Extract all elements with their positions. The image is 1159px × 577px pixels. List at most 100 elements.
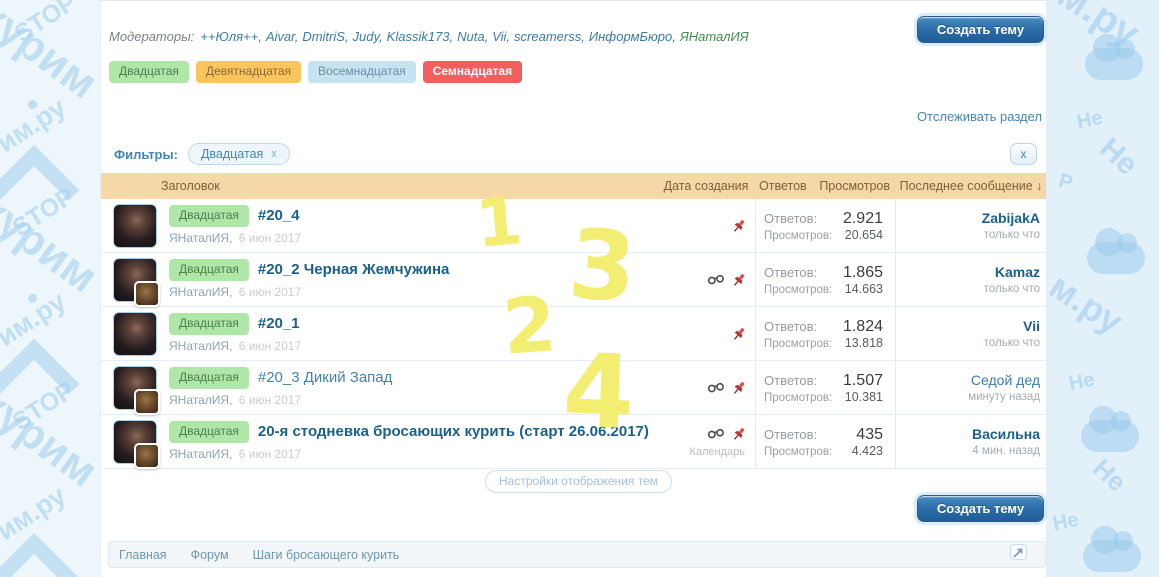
moderator-link[interactable]: ЯНаталИЯ <box>680 29 749 44</box>
topic-starter-avatar[interactable] <box>113 312 157 356</box>
avatar[interactable] <box>113 258 157 302</box>
breadcrumb: Главная Форум Шаги бросающего курить <box>108 541 1046 568</box>
last-post-time[interactable]: 4 мин. назад <box>972 445 1040 457</box>
topic-author-link[interactable]: ЯНаталИЯ, <box>169 447 232 461</box>
last-poster-avatar[interactable] <box>134 443 160 469</box>
last-poster-link[interactable]: Kamaz <box>995 264 1040 280</box>
last-post-time[interactable]: только что <box>984 229 1040 241</box>
moderator-link[interactable]: Klassik173, <box>387 29 453 44</box>
topic-row[interactable]: Двадцатая #20_3 Дикий Запад ЯНаталИЯ, 6 … <box>101 361 1046 415</box>
tag-devyatnadtsataya[interactable]: Девятнадцатая <box>196 61 301 83</box>
forum-section-page: Модераторы: ++Юля++, Aivar,DmitriS, Judy, Kl… <box>100 0 1047 577</box>
replies-label: Ответов: <box>764 427 817 442</box>
active-filter-pill[interactable]: Двадцатая x <box>188 143 290 165</box>
pinned-icon <box>731 326 747 342</box>
topic-author-link[interactable]: ЯНаталИЯ, <box>169 339 232 353</box>
topic-date: 6 июн 2017 <box>239 393 301 407</box>
background-left: STOP курим им.ру STOP курим им.ру STOP к… <box>0 0 100 577</box>
replies-count: 435 <box>856 426 883 444</box>
breadcrumb-section[interactable]: Шаги бросающего курить <box>253 548 400 562</box>
tag-dvadtsataya[interactable]: Двадцатая <box>109 61 189 83</box>
moderator-link[interactable]: Vii, <box>492 29 510 44</box>
topic-author-link[interactable]: ЯНаталИЯ, <box>169 285 232 299</box>
topic-tag[interactable]: Двадцатая <box>169 313 249 335</box>
topic-date: 6 июн 2017 <box>239 447 301 461</box>
topic-date: 6 июн 2017 <box>239 339 301 353</box>
topics-table: Заголовок Дата создания Ответов Просмотр… <box>101 173 1046 469</box>
last-poster-avatar[interactable] <box>134 281 160 307</box>
moderator-link[interactable]: DmitriS, <box>302 29 348 44</box>
watermark-ne: Не <box>1089 454 1131 496</box>
watermark-ne: Не <box>1067 370 1096 395</box>
tag-vosemnadtsataya[interactable]: Восемнадцатая <box>308 61 416 83</box>
avatar[interactable] <box>113 366 157 410</box>
last-poster-avatar[interactable] <box>134 389 160 415</box>
moderator-link[interactable]: Judy, <box>353 29 383 44</box>
last-poster-link[interactable]: Седой дед <box>971 372 1040 388</box>
last-post-time[interactable]: только что <box>984 337 1040 349</box>
remove-filter-icon[interactable]: x <box>271 148 277 160</box>
cloud-shape <box>1085 48 1143 80</box>
replies-label: Ответов: <box>764 319 817 334</box>
cloud-shape <box>1083 540 1141 572</box>
last-poster-link[interactable]: ZabijakA <box>982 210 1040 226</box>
background-right: м.ру Не Не Р м.ру Не Не Не <box>1047 0 1159 577</box>
header-replies: Ответов <box>759 179 807 193</box>
replies-count: 2.921 <box>843 210 883 228</box>
follow-section-link[interactable]: Отслеживать раздел <box>917 109 1042 124</box>
replies-label: Ответов: <box>764 373 817 388</box>
avatar[interactable] <box>113 312 157 356</box>
topic-starter-avatar[interactable] <box>113 204 157 248</box>
moderator-link[interactable]: Aivar, <box>266 29 299 44</box>
breadcrumb-home[interactable]: Главная <box>119 548 167 562</box>
close-filters-button[interactable]: x <box>1010 143 1037 165</box>
topic-title-link[interactable]: #20_1 <box>258 315 300 332</box>
avatar[interactable] <box>113 204 157 248</box>
moderators-label: Модераторы: <box>109 29 194 44</box>
moderator-link[interactable]: Nuta, <box>457 29 488 44</box>
tag-filter-row: Двадцатая Девятнадцатая Восемнадцатая Се… <box>109 61 522 83</box>
header-title: Заголовок <box>101 179 657 193</box>
topic-author-link[interactable]: ЯНаталИЯ, <box>169 393 232 407</box>
tag-semnadtsataya[interactable]: Семнадцатая <box>423 61 522 83</box>
last-post-time[interactable]: только что <box>984 283 1040 295</box>
glasses-icon <box>707 382 725 393</box>
topic-tag[interactable]: Двадцатая <box>169 367 249 389</box>
display-settings-button[interactable]: Настройки отображения тем <box>485 470 672 493</box>
avatar[interactable] <box>113 420 157 464</box>
views-label: Просмотров: <box>764 284 832 296</box>
topic-row[interactable]: Двадцатая #20_1 ЯНаталИЯ, 6 июн 2017 Отв… <box>101 307 1046 361</box>
topic-row[interactable]: Двадцатая 20-я стодневка бросающих курит… <box>101 415 1046 469</box>
last-poster-link[interactable]: Васильна <box>972 426 1040 442</box>
topic-tag[interactable]: Двадцатая <box>169 421 249 443</box>
external-link-icon[interactable] <box>1010 544 1027 560</box>
watermark-ne: Не <box>1094 133 1143 181</box>
topic-tag[interactable]: Двадцатая <box>169 205 249 227</box>
topic-tag[interactable]: Двадцатая <box>169 259 249 281</box>
moderators-line: Модераторы: ++Юля++, Aivar,DmitriS, Judy, Kl… <box>109 29 866 44</box>
replies-count: 1.824 <box>843 318 883 336</box>
glasses-icon <box>707 428 725 439</box>
last-post-time[interactable]: минуту назад <box>968 391 1040 403</box>
topic-title-link[interactable]: #20_4 <box>258 207 300 224</box>
moderator-link[interactable]: ++Юля++, <box>200 29 262 44</box>
topic-row[interactable]: Двадцатая #20_2 Черная Жемчужина ЯНаталИ… <box>101 253 1046 307</box>
views-count: 4.423 <box>852 444 883 458</box>
breadcrumb-forum[interactable]: Форум <box>191 548 229 562</box>
topic-row[interactable]: Двадцатая #20_4 ЯНаталИЯ, 6 июн 2017 Отв… <box>101 199 1046 253</box>
topic-title-link[interactable]: #20_3 Дикий Запад <box>258 369 393 386</box>
active-filter-label: Двадцатая <box>201 147 263 161</box>
last-poster-link[interactable]: Vii <box>1023 318 1040 334</box>
topic-title-link[interactable]: #20_2 Черная Жемчужина <box>258 261 450 278</box>
views-count: 20.654 <box>845 228 883 242</box>
filters-label: Фильтры: <box>114 147 178 162</box>
header-date-created: Дата создания <box>657 179 755 193</box>
moderator-link[interactable]: screamerss, <box>514 29 585 44</box>
moderator-link[interactable]: ИнформБюро, <box>589 29 676 44</box>
create-topic-button[interactable]: Создать тему <box>917 16 1044 43</box>
header-last-post[interactable]: Последнее сообщение ↓ <box>896 179 1046 193</box>
create-topic-button[interactable]: Создать тему <box>917 495 1044 522</box>
topic-title-link[interactable]: 20-я стодневка бросающих курить (старт 2… <box>258 423 649 440</box>
topic-author-link[interactable]: ЯНаталИЯ, <box>169 231 232 245</box>
pinned-icon <box>731 218 747 234</box>
